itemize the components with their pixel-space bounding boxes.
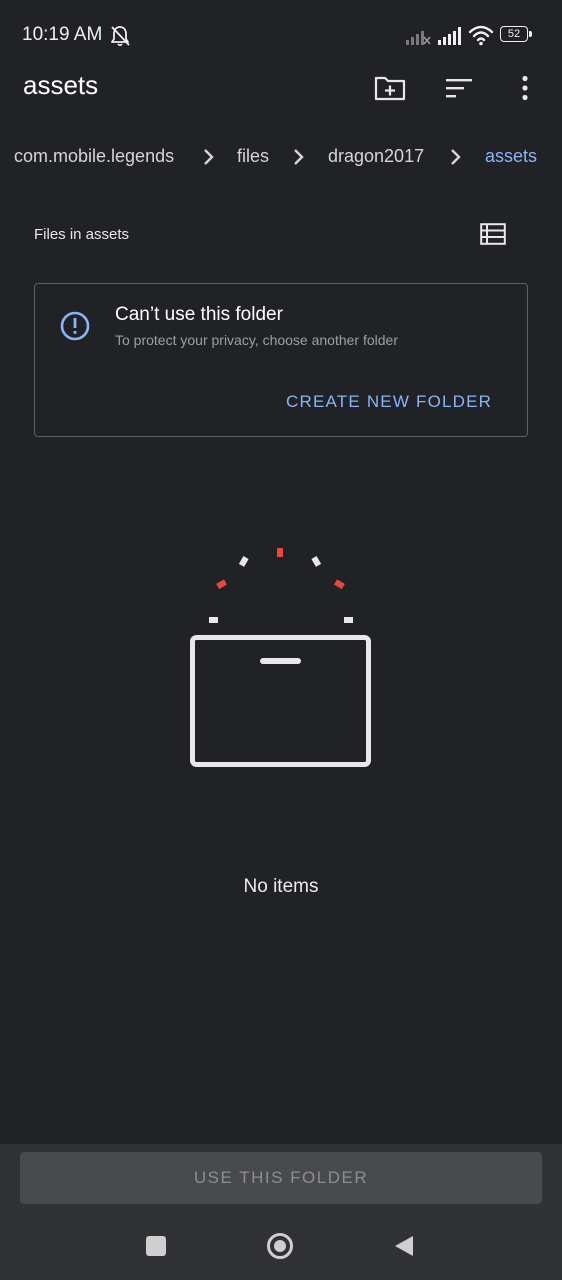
card-subtitle: To protect your privacy, choose another …: [115, 332, 399, 348]
sort-button[interactable]: [435, 64, 483, 112]
breadcrumb-item-com-mobile-legends[interactable]: com.mobile.legends: [14, 146, 174, 167]
breadcrumb-item-assets[interactable]: assets: [485, 146, 537, 167]
bottom-panel: USE THIS FOLDER: [0, 1144, 562, 1280]
files-header: Files in assets: [34, 226, 130, 243]
recents-icon[interactable]: [146, 1236, 166, 1256]
card-title: Can’t use this folder: [115, 304, 283, 325]
file-picker-screen: 10:19 AM 52 assets com.mobile.legends fi…: [0, 0, 562, 1280]
chevron-right-icon: [204, 149, 214, 165]
status-time: 10:19 AM: [22, 24, 103, 45]
sort-icon: [446, 79, 472, 98]
chevron-right-icon: [294, 149, 304, 165]
battery-level: 52: [507, 28, 521, 40]
info-icon: [60, 311, 90, 341]
new-folder-button[interactable]: [366, 64, 414, 112]
page-title: assets: [23, 70, 99, 100]
status-bar: 10:19 AM 52: [0, 0, 562, 72]
breadcrumb-item-files[interactable]: files: [237, 146, 269, 167]
empty-state-text: No items: [243, 876, 319, 897]
battery-tip: [529, 31, 532, 37]
list-view-toggle-button[interactable]: [475, 217, 511, 251]
mute-bell-icon: [111, 26, 130, 47]
signal-icon: [438, 27, 461, 45]
create-new-folder-button[interactable]: CREATE NEW FOLDER: [286, 392, 492, 412]
more-options-button[interactable]: [501, 64, 549, 112]
wifi-icon: [468, 25, 494, 46]
chevron-right-icon: [451, 149, 461, 165]
use-this-folder-label: USE THIS FOLDER: [193, 1168, 369, 1187]
breadcrumb-item-dragon2017[interactable]: dragon2017: [328, 146, 424, 167]
use-this-folder-button[interactable]: USE THIS FOLDER: [20, 1152, 542, 1204]
more-vert-icon: [522, 75, 528, 101]
battery-icon: 52: [500, 26, 532, 44]
new-folder-icon: [374, 76, 406, 101]
empty-box-icon: [190, 548, 371, 767]
cant-use-folder-card: Can’t use this folder To protect your pr…: [34, 283, 528, 437]
signal-no-sim-icon: [406, 31, 431, 45]
home-icon[interactable]: [266, 1232, 294, 1260]
back-icon[interactable]: [393, 1234, 415, 1258]
list-view-icon: [480, 223, 506, 245]
breadcrumb: com.mobile.legends files dragon2017 asse…: [0, 140, 562, 174]
